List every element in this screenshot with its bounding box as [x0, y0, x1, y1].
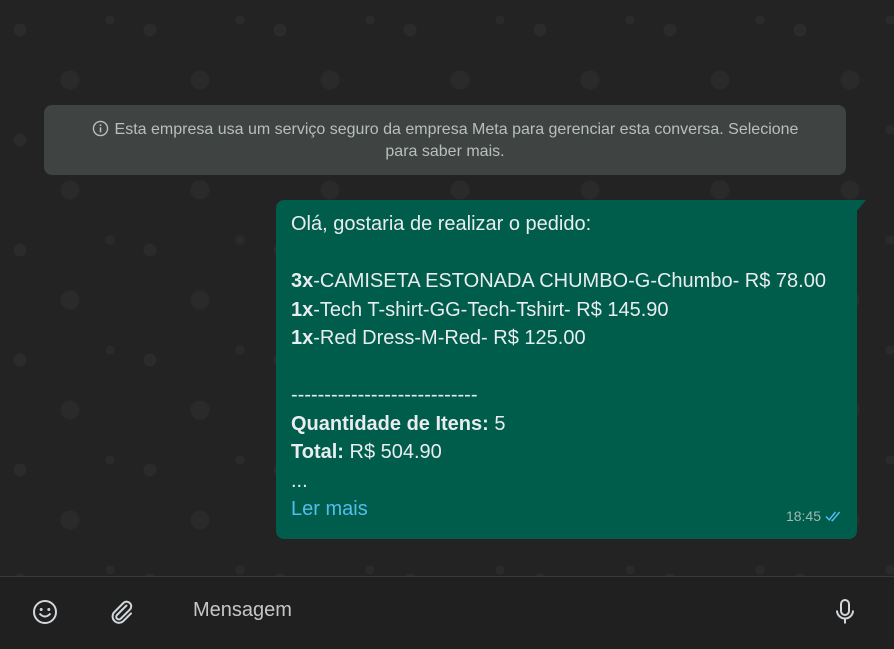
- message-separator: ----------------------------: [291, 384, 478, 406]
- notice-text-line1: Esta empresa usa um serviço seguro da em…: [114, 121, 799, 138]
- paperclip-icon: [111, 600, 133, 624]
- microphone-icon: [836, 599, 854, 624]
- message-composer: Mensagem: [0, 576, 894, 649]
- order-item-desc: -Tech T-shirt-GG-Tech-Tshirt- R$ 145.90: [313, 298, 669, 321]
- order-item-desc: -CAMISETA ESTONADA CHUMBO-G-Chumbo- R$ 7…: [313, 270, 826, 292]
- message-greeting: Olá, gostaria de realizar o pedido:: [291, 213, 592, 235]
- read-more-link[interactable]: Ler mais: [291, 495, 842, 524]
- outgoing-message-bubble[interactable]: Olá, gostaria de realizar o pedido: 3x-C…: [276, 200, 866, 539]
- message-meta: 18:45: [786, 502, 843, 531]
- encryption-notice[interactable]: Esta empresa usa um serviço seguro da em…: [44, 105, 846, 175]
- notice-text-line2: para saber mais.: [385, 143, 505, 160]
- order-item: 1x-Red Dress-M-Red- R$ 125.00: [291, 324, 842, 353]
- message-input[interactable]: Mensagem: [193, 599, 292, 622]
- message-ellipsis: ...: [291, 469, 308, 492]
- info-icon: [92, 120, 108, 137]
- message-time: 18:45: [785, 507, 821, 524]
- order-item: 1x-Tech T-shirt-GG-Tech-Tshirt- R$ 145.9…: [291, 296, 842, 325]
- emoji-icon: [33, 600, 57, 624]
- bubble-tail: [856, 200, 866, 212]
- quantity-line: Quantidade de Itens: 5: [291, 410, 842, 439]
- emoji-button[interactable]: [30, 597, 60, 627]
- quantity-value: 5: [488, 412, 506, 435]
- total-value: R$ 504.90: [343, 441, 442, 463]
- order-item-qty: 1x: [291, 298, 314, 321]
- order-item-qty: 1x: [291, 327, 314, 349]
- chat-area: Esta empresa usa um serviço seguro da em…: [0, 0, 894, 576]
- voice-message-button[interactable]: [830, 597, 860, 627]
- order-item-desc: -Red Dress-M-Red- R$ 125.00: [313, 327, 586, 349]
- total-line: Total: R$ 504.90: [291, 438, 842, 467]
- order-item-qty: 3x: [291, 270, 314, 292]
- total-label: Total:: [291, 441, 344, 463]
- order-item: 3x-CAMISETA ESTONADA CHUMBO-G-Chumbo- R$…: [291, 267, 842, 296]
- double-check-icon: [825, 511, 841, 522]
- quantity-label: Quantidade de Itens:: [291, 412, 489, 435]
- attach-button[interactable]: [107, 597, 137, 627]
